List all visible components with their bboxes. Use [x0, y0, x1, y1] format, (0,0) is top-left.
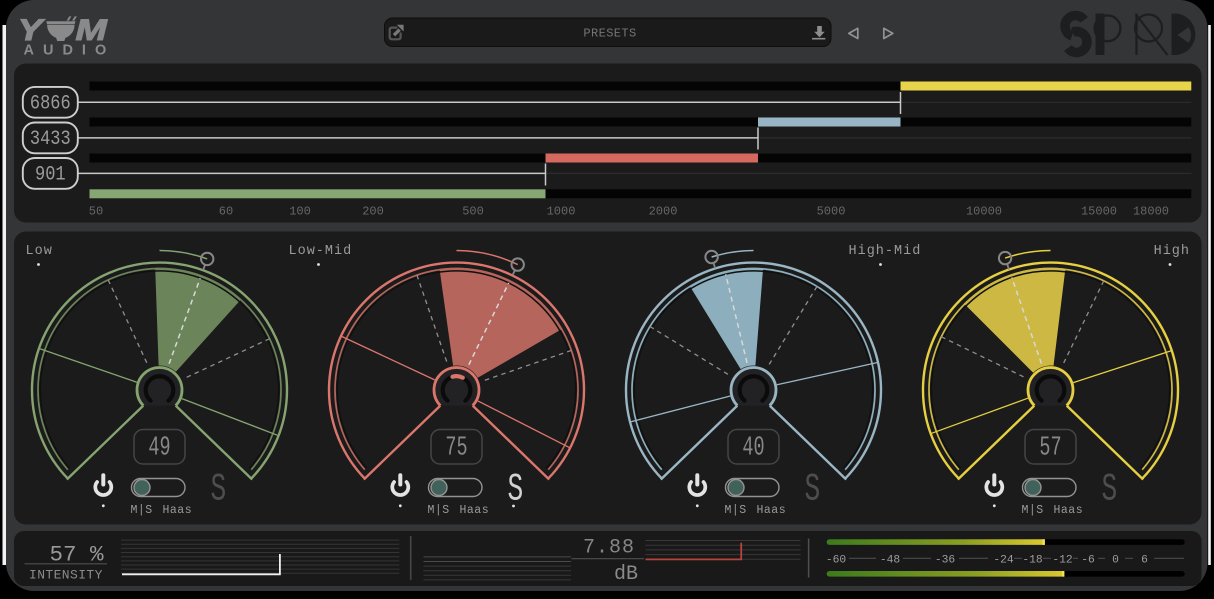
svg-text:2000: 2000: [649, 205, 678, 219]
svg-text:50: 50: [89, 205, 103, 219]
svg-text:S: S: [211, 468, 227, 511]
svg-text:3433: 3433: [30, 127, 71, 151]
svg-text:18000: 18000: [1133, 205, 1169, 219]
svg-text:75: 75: [445, 432, 467, 462]
svg-text:500: 500: [462, 205, 484, 219]
svg-text:-36: -36: [935, 555, 956, 567]
svg-text:40: 40: [742, 432, 764, 462]
svg-text:-24: -24: [993, 555, 1014, 567]
svg-text:S: S: [1102, 468, 1118, 511]
svg-text:-48: -48: [880, 555, 901, 567]
svg-text:S: S: [805, 468, 821, 511]
svg-text:-60: -60: [826, 555, 847, 567]
svg-text:-6: -6: [1081, 555, 1095, 567]
svg-text:M|S: M|S: [131, 504, 153, 517]
svg-text:Low: Low: [26, 244, 53, 259]
svg-text:1000: 1000: [547, 205, 576, 219]
svg-text:Haas: Haas: [163, 504, 193, 517]
svg-text:Haas: Haas: [460, 504, 490, 517]
svg-text:AUDIO: AUDIO: [24, 42, 116, 58]
svg-text:15000: 15000: [1081, 205, 1117, 219]
svg-text:6: 6: [1141, 555, 1148, 567]
svg-text:High-Mid: High-Mid: [849, 244, 922, 259]
svg-text:100: 100: [289, 205, 311, 219]
svg-text:INTENSITY: INTENSITY: [29, 568, 103, 583]
svg-text:High: High: [1154, 244, 1190, 259]
svg-text:57: 57: [1039, 432, 1061, 462]
svg-text:M|S: M|S: [725, 504, 747, 517]
svg-text:6866: 6866: [30, 91, 71, 115]
svg-text:M|S: M|S: [428, 504, 450, 517]
svg-text:Haas: Haas: [757, 504, 787, 517]
svg-text:-12: -12: [1052, 555, 1072, 567]
svg-text:10000: 10000: [966, 205, 1002, 219]
svg-text:Haas: Haas: [1054, 504, 1084, 517]
svg-text:901: 901: [35, 162, 66, 186]
svg-text:5000: 5000: [817, 205, 846, 219]
svg-text:M|S: M|S: [1022, 504, 1044, 517]
svg-text:Low-Mid: Low-Mid: [289, 244, 353, 259]
svg-text:7.88: 7.88: [583, 537, 635, 560]
svg-text:S: S: [508, 468, 524, 511]
svg-text:49: 49: [148, 432, 170, 462]
svg-text:-18: -18: [1022, 555, 1043, 567]
svg-text:60: 60: [219, 205, 233, 219]
svg-text:PRESETS: PRESETS: [583, 27, 636, 41]
svg-text:0: 0: [1112, 555, 1119, 567]
svg-text:200: 200: [362, 205, 384, 219]
svg-text:dB: dB: [614, 563, 638, 586]
